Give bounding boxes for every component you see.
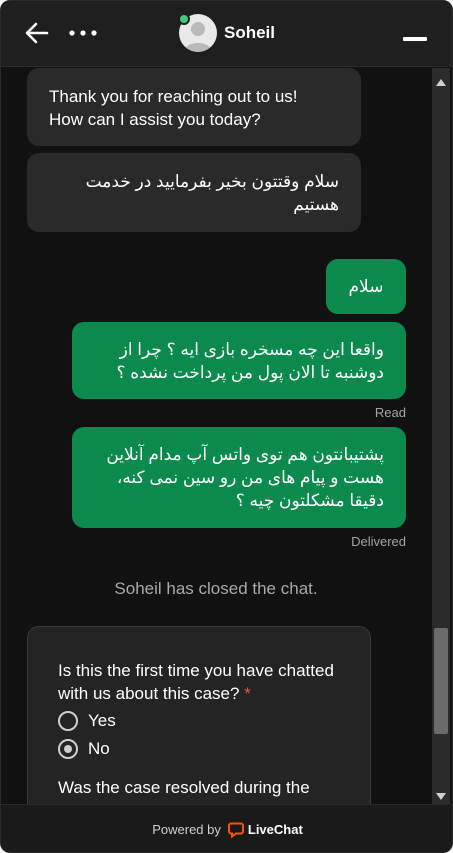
agent-info: Soheil [178, 13, 276, 53]
message-text: پشتیبانتون هم توی واتس آپ مدام آنلاین هس… [106, 445, 384, 510]
radio-label: No [88, 739, 110, 758]
back-arrow-icon[interactable] [23, 20, 51, 46]
required-marker: * [244, 684, 251, 703]
radio-button[interactable] [58, 711, 78, 731]
chat-widget: Soheil Thank you for reaching out to us!… [0, 0, 453, 853]
message-text: واقعا این چه مسخره بازی ایه ؟ چرا از دوش… [116, 340, 384, 382]
user-message: واقعا این چه مسخره بازی ایه ؟ چرا از دوش… [72, 322, 406, 399]
scroll-up-arrow-icon[interactable] [436, 73, 446, 86]
chat-closed-notice: Soheil has closed the chat. [114, 579, 318, 598]
user-message: سلام [326, 259, 406, 314]
agent-message: سلام وقتتون بخیر بفرمایید در خدمت هستیم [27, 153, 361, 232]
chat-header: Soheil [1, 1, 452, 67]
survey-question-1: Is this the first time you have chatted … [58, 659, 348, 705]
delivered-status: Delivered [351, 534, 406, 549]
powered-by-label: Powered by [152, 822, 221, 837]
minimize-icon[interactable] [403, 37, 427, 41]
livechat-brand-link[interactable]: LiveChat [248, 822, 303, 837]
message-text: سلام وقتتون بخیر بفرمایید در خدمت هستیم [85, 172, 339, 214]
read-status: Read [374, 405, 406, 420]
scroll-down-arrow-icon[interactable] [436, 788, 446, 800]
radio-option-yes[interactable]: Yes [58, 710, 116, 732]
scrollbar[interactable] [432, 68, 450, 804]
message-list[interactable]: Thank you for reaching out to us! How ca… [1, 68, 431, 804]
more-options-icon[interactable] [67, 22, 99, 44]
footer: Powered by LiveChat [1, 804, 452, 852]
user-message: پشتیبانتون هم توی واتس آپ مدام آنلاین هس… [72, 427, 406, 528]
survey-card: Is this the first time you have chatted … [27, 626, 371, 804]
message-text: Thank you for reaching out to us! How ca… [49, 87, 298, 129]
scrollbar-thumb[interactable] [434, 628, 448, 734]
message-text: سلام [348, 277, 384, 296]
survey-question-text: Is this the first time you have chatted … [58, 661, 334, 703]
radio-label: Yes [88, 711, 116, 730]
online-status-dot [178, 13, 190, 25]
livechat-logo-icon [227, 822, 244, 838]
radio-button[interactable] [58, 739, 78, 759]
survey-question-2: Was the case resolved during the chat? [58, 778, 310, 804]
agent-message: Thank you for reaching out to us! How ca… [27, 68, 361, 146]
agent-avatar-wrapper [178, 13, 217, 52]
agent-name: Soheil [224, 23, 276, 42]
radio-option-no[interactable]: No [58, 738, 110, 760]
